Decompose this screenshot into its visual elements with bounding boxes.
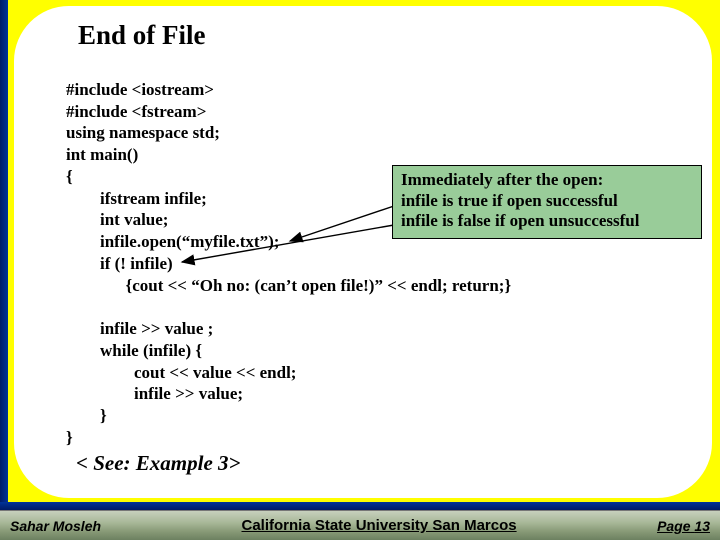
code-line: cout << value << endl; [66,363,296,382]
code-line: if (! infile) [66,254,173,273]
callout-line: infile is false if open unsuccessful [401,211,693,232]
code-line: using namespace std; [66,123,220,142]
code-line: {cout << “Oh no: (can’t open file!)” << … [66,276,511,295]
footer-bar: Sahar Mosleh California State University… [0,510,720,540]
slide-title: End of File [78,20,684,51]
code-line: int value; [66,210,168,229]
code-block: #include <iostream> #include <fstream> u… [66,57,684,449]
footer-page-label: Page [657,518,690,534]
code-line: infile >> value; [66,384,243,403]
code-line: } [66,406,107,425]
footer-author: Sahar Mosleh [10,518,101,534]
code-line: #include <fstream> [66,102,206,121]
code-line: ifstream infile; [66,189,207,208]
slide-bg-blue-bottom [0,502,720,510]
code-line: } [66,428,73,447]
footer-page: Page 13 [657,518,710,534]
callout-line: Immediately after the open: [401,170,693,191]
slide-bg-blue-left [0,0,8,510]
code-line: #include <iostream> [66,80,214,99]
callout-box: Immediately after the open: infile is tr… [392,165,702,239]
footer-page-number: 13 [694,518,710,534]
code-line: infile >> value ; [66,319,213,338]
code-line: while (infile) { [66,341,202,360]
code-line: infile.open(“myfile.txt”); [66,232,279,251]
slide-card: End of File #include <iostream> #include… [14,6,712,498]
footer-institution: California State University San Marcos [101,517,657,534]
see-example: < See: Example 3> [76,451,684,476]
code-line: int main() [66,145,138,164]
callout-line: infile is true if open successful [401,191,693,212]
code-line: { [66,167,73,186]
